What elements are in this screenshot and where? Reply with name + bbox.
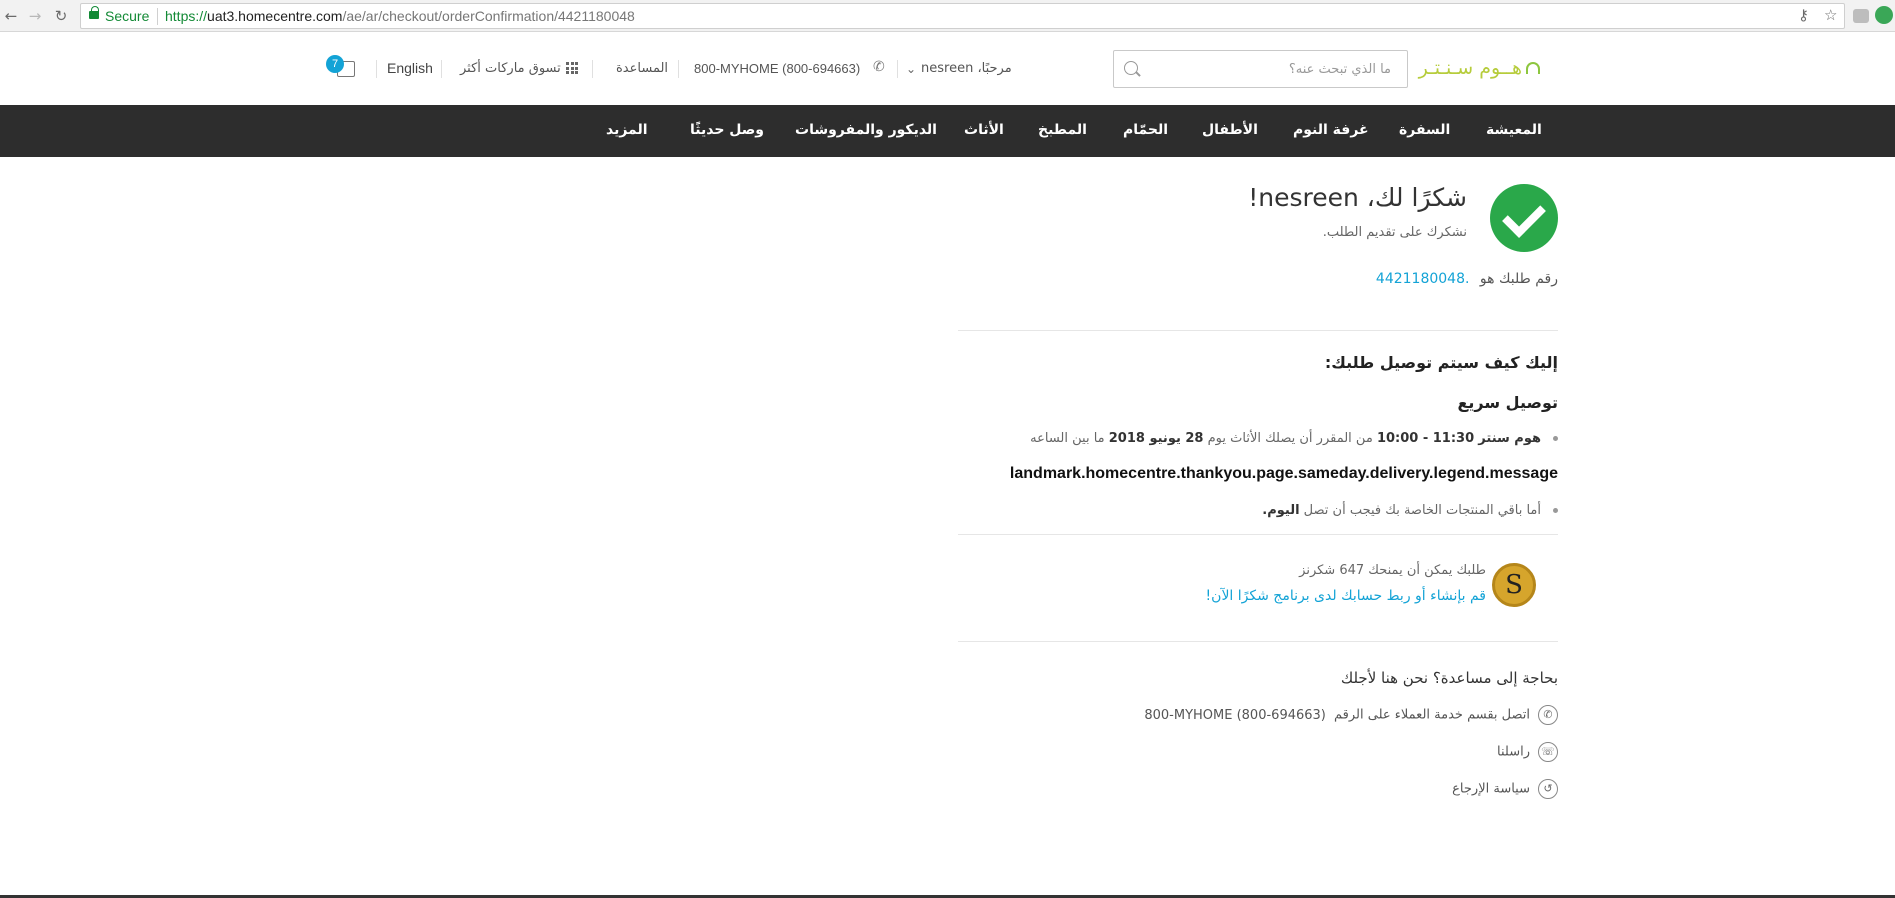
homecentre-logo[interactable]: هــوم سـنـتـر (1419, 57, 1540, 81)
key-icon[interactable]: ⚷ (1798, 6, 1809, 24)
reload-icon[interactable]: ↻ (50, 5, 72, 27)
contact-text: راسلنا (1497, 744, 1530, 760)
nav-item-kids[interactable]: الأطفال (1202, 122, 1258, 138)
nav-item-kitchen[interactable]: المطبخ (1038, 122, 1087, 138)
header-divider (441, 60, 442, 78)
phone-icon: ✆ (1538, 705, 1558, 725)
other-products-text: أما باقي المنتجات الخاصة بك فيجب أن تصل (1303, 503, 1541, 518)
header-divider (376, 60, 377, 78)
bullet-icon (1553, 436, 1558, 441)
url-scheme: https:// (165, 8, 208, 24)
greeting-menu[interactable]: مرحبًا، nesreen (921, 61, 1012, 76)
customer-service-number: 800-MYHOME (800-694663) (1144, 707, 1326, 723)
express-delivery-heading: توصيل سريع (1457, 393, 1558, 412)
bag-count-badge: 7 (326, 55, 344, 73)
furniture-delivery-item: هوم سنتر 10:00 - 11:30 من المقرر أن يصلك… (1030, 431, 1558, 446)
returns-text: سياسة الإرجاع (1452, 781, 1530, 797)
order-confirmation: شكرًا لك، nesreen! نشكرك على تقديم الطلب… (958, 157, 1558, 898)
logo-text: هــوم سـنـتـر (1418, 57, 1522, 79)
call-text: اتصل بقسم خدمة العملاء على الرقم (1334, 707, 1530, 723)
section-divider (958, 330, 1558, 331)
lock-icon (89, 6, 99, 19)
sameday-legend-message: landmark.homecentre.thankyou.page.sameda… (1009, 465, 1558, 482)
secure-label: Secure (105, 8, 150, 24)
delivery-time: 10:00 - 11:30 (1376, 431, 1475, 446)
other-products-item: أما باقي المنتجات الخاصة بك فيجب أن تصل … (1262, 503, 1558, 518)
order-number[interactable]: 4421180048. (1376, 271, 1470, 287)
search-box (1113, 50, 1408, 88)
nav-item-decor[interactable]: الديكور والمفروشات (795, 122, 937, 138)
phone-icon: ✆ (873, 59, 885, 75)
call-customer-service[interactable]: ✆ اتصل بقسم خدمة العملاء على الرقم 800-MY… (1144, 705, 1558, 725)
delivery-text-end: ما بين الساعه (1030, 431, 1105, 446)
shukran-link[interactable]: قم بإنشاء أو ربط حسابك لدى برنامج شكرًا … (1206, 588, 1486, 604)
site-header: هــوم سـنـتـر مرحبًا، nesreen ⌄ ✆ 800-MY… (0, 33, 1895, 105)
header-divider (897, 60, 898, 78)
thanks-heading: شكرًا لك، nesreen! (1248, 183, 1467, 212)
help-heading: بحاجة إلى مساعدة؟ نحن هنا لأجلك (1340, 669, 1558, 687)
delivery-text: من المقرر أن يصلك الأثاث يوم (1207, 431, 1373, 446)
camera-icon[interactable] (1853, 9, 1869, 23)
search-input[interactable] (1152, 51, 1407, 87)
shukran-points-text: طلبك يمكن أن يمنحك 647 شكرنز (1299, 563, 1486, 578)
nav-item-new-arrivals[interactable]: وصل حديثًا (690, 122, 764, 138)
section-divider (958, 641, 1558, 642)
delivery-date: 28 يونيو 2018 (1108, 431, 1204, 446)
shukran-coin-icon: S (1492, 563, 1536, 607)
language-switch[interactable]: English (387, 60, 433, 76)
extension-icon[interactable] (1875, 6, 1893, 24)
nav-item-living[interactable]: المعيشة (1486, 122, 1542, 138)
nav-item-bedroom[interactable]: غرفة النوم (1293, 122, 1369, 138)
nav-item-dining[interactable]: السفرة (1399, 122, 1450, 138)
address-divider (157, 8, 158, 25)
return-icon: ↺ (1538, 779, 1558, 799)
contact-us-link[interactable]: ☏ راسلنا (1497, 742, 1558, 762)
search-icon[interactable] (1124, 61, 1138, 75)
returns-policy-link[interactable]: ↺ سياسة الإرجاع (1452, 779, 1558, 799)
browser-toolbar: ← → ↻ Secure https://uat3.homecentre.com… (0, 0, 1895, 32)
header-divider (678, 60, 679, 78)
url-host: uat3.homecentre.com (207, 8, 343, 24)
url-text[interactable]: https://uat3.homecentre.com/ae/ar/checko… (165, 8, 635, 24)
today-label: اليوم. (1262, 503, 1300, 518)
house-icon (1526, 62, 1540, 74)
nav-item-more[interactable]: المزيد (606, 122, 648, 138)
order-number-label: رقم طلبك هو (1479, 271, 1558, 287)
grid-icon[interactable] (566, 62, 578, 74)
nav-item-bathroom[interactable]: الحمّام (1123, 122, 1168, 138)
checkmark-icon (1490, 184, 1558, 252)
back-arrow-icon[interactable]: ← (0, 5, 22, 27)
thanks-subtitle: نشكرك على تقديم الطلب. (1322, 225, 1467, 240)
help-link[interactable]: المساعدة (616, 61, 668, 76)
chevron-down-icon[interactable]: ⌄ (906, 62, 916, 76)
delivery-heading: إليك كيف سيتم توصيل طلبك: (1324, 353, 1558, 372)
header-phone-number[interactable]: 800-MYHOME (800-694663) (694, 61, 860, 76)
forward-arrow-icon[interactable]: → (24, 5, 46, 27)
section-divider (958, 534, 1558, 535)
address-bar[interactable]: Secure https://uat3.homecentre.com/ae/ar… (80, 3, 1845, 29)
main-navigation: المعيشة السفرة غرفة النوم الأطفال الحمّا… (0, 105, 1895, 157)
delivery-brand: هوم سنتر (1478, 431, 1541, 446)
phone-icon: ☏ (1538, 742, 1558, 762)
nav-item-furniture[interactable]: الأثاث (964, 122, 1004, 138)
shop-brands-link[interactable]: تسوق ماركات أكثر (460, 61, 561, 76)
header-divider (592, 60, 593, 78)
bullet-icon (1553, 508, 1558, 513)
star-icon[interactable]: ☆ (1824, 6, 1837, 24)
order-number-line: رقم طلبك هو 4421180048. (1376, 271, 1558, 287)
url-path: /ae/ar/checkout/orderConfirmation/442118… (342, 8, 635, 24)
